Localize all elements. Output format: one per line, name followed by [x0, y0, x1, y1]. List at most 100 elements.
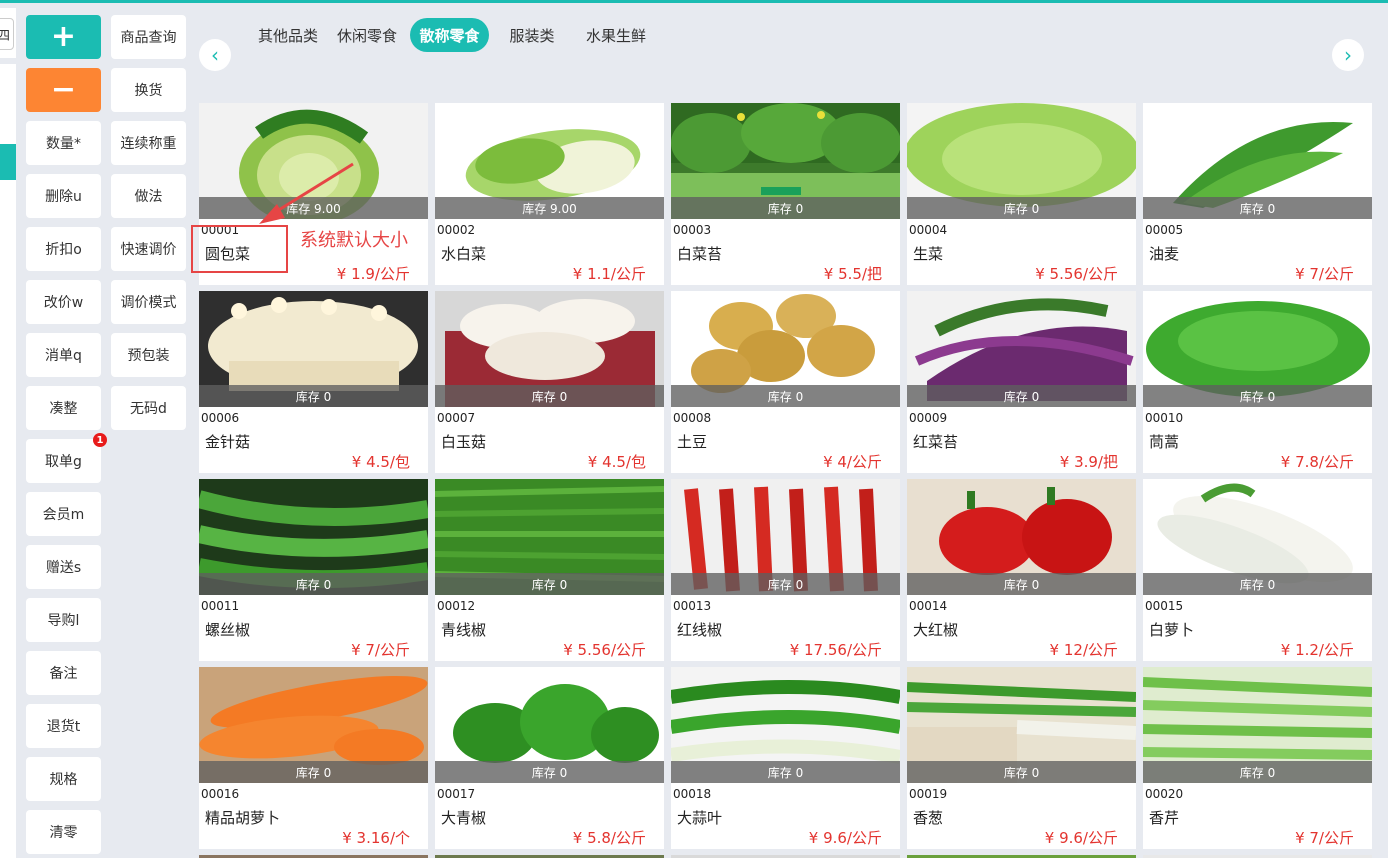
product-stock: 库存 0 — [435, 573, 664, 595]
action-button-label: 导购l — [47, 613, 80, 629]
product-card[interactable]: 库存 0 00014 大红椒 ¥ 12/公斤 — [907, 479, 1136, 661]
product-price: ¥ 4.5/包 — [587, 453, 646, 471]
product-stock: 库存 0 — [671, 197, 900, 219]
tab-category[interactable]: 服装类 — [500, 18, 564, 52]
product-card[interactable]: 库存 0 00016 精品胡萝卜 ¥ 3.16/个 — [199, 667, 428, 849]
action-button[interactable]: 快速调价 — [111, 227, 186, 271]
action-button[interactable]: 规格 — [26, 757, 101, 801]
prev-page-button[interactable]: ‹ — [199, 39, 231, 71]
product-price: ¥ 7/公斤 — [1295, 265, 1354, 283]
action-button[interactable]: 消单q — [26, 333, 101, 377]
product-card[interactable]: 库存 0 00019 香葱 ¥ 9.6/公斤 — [907, 667, 1136, 849]
product-card[interactable]: 库存 0 00015 白萝卜 ¥ 1.2/公斤 — [1143, 479, 1372, 661]
tab-category[interactable]: 休闲零食 — [330, 18, 404, 52]
action-button[interactable]: 会员m — [26, 492, 101, 536]
product-price: ¥ 17.56/公斤 — [789, 641, 882, 659]
action-button-label: 清零 — [49, 825, 78, 841]
product-price: ¥ 9.6/公斤 — [1044, 829, 1118, 847]
product-price: ¥ 5.5/把 — [823, 265, 882, 283]
product-name: 大红椒 — [913, 621, 959, 639]
product-card[interactable]: 库存 0 00018 大蒜叶 ¥ 9.6/公斤 — [671, 667, 900, 849]
minus-button[interactable]: − — [26, 68, 101, 112]
product-card[interactable]: 库存 0 00004 生菜 ¥ 5.56/公斤 — [907, 103, 1136, 285]
product-price: ¥ 7.8/公斤 — [1280, 453, 1354, 471]
product-price: ¥ 5.56/公斤 — [563, 641, 646, 659]
product-card[interactable]: 库存 0 00011 螺丝椒 ¥ 7/公斤 — [199, 479, 428, 661]
chevron-right-icon: › — [1344, 43, 1352, 67]
action-button[interactable]: 换货 — [111, 68, 186, 112]
action-button[interactable]: 改价w — [26, 280, 101, 324]
product-card[interactable]: 库存 0 00012 青线椒 ¥ 5.56/公斤 — [435, 479, 664, 661]
action-button[interactable]: 凑整 — [26, 386, 101, 430]
product-price: ¥ 4/公斤 — [823, 453, 882, 471]
action-button[interactable]: 折扣o — [26, 227, 101, 271]
product-name: 红菜苔 — [913, 433, 959, 451]
annotation-text: 系统默认大小 — [300, 230, 408, 251]
product-stock: 库存 0 — [907, 761, 1136, 783]
product-stock: 库存 0 — [671, 385, 900, 407]
tab-category[interactable]: 散称零食 — [410, 18, 489, 52]
product-card[interactable]: 库存 9.00 00002 水白菜 ¥ 1.1/公斤 — [435, 103, 664, 285]
product-code: 00013 — [673, 599, 712, 613]
action-button-label: 规格 — [49, 772, 78, 788]
product-stock: 库存 0 — [199, 573, 428, 595]
product-card[interactable]: 库存 0 00017 大青椒 ¥ 5.8/公斤 — [435, 667, 664, 849]
action-button[interactable]: 做法 — [111, 174, 186, 218]
action-button[interactable]: 赠送s — [26, 545, 101, 589]
action-button[interactable]: 商品查询 — [111, 15, 186, 59]
product-price: ¥ 12/公斤 — [1049, 641, 1118, 659]
product-stock: 库存 0 — [671, 761, 900, 783]
product-stock: 库存 0 — [1143, 197, 1372, 219]
product-name: 香芹 — [1149, 809, 1180, 827]
action-button[interactable]: 清零 — [26, 810, 101, 854]
product-stock: 库存 0 — [1143, 761, 1372, 783]
product-code: 00008 — [673, 411, 712, 425]
action-button-label: 快速调价 — [120, 242, 177, 258]
action-button[interactable]: 退货t — [26, 704, 101, 748]
action-button[interactable]: 连续称重 — [111, 121, 186, 165]
plus-button[interactable]: + — [26, 15, 101, 59]
tab-category[interactable]: 水果生鲜 — [578, 18, 654, 52]
product-card[interactable]: 库存 0 00020 香芹 ¥ 7/公斤 — [1143, 667, 1372, 849]
product-card[interactable]: 库存 0 00003 白菜苔 ¥ 5.5/把 — [671, 103, 900, 285]
action-button[interactable]: 无码d — [111, 386, 186, 430]
product-stock: 库存 0 — [435, 385, 664, 407]
product-card[interactable]: 库存 0 00008 土豆 ¥ 4/公斤 — [671, 291, 900, 473]
product-card[interactable]: 库存 0 00009 红菜苔 ¥ 3.9/把 — [907, 291, 1136, 473]
action-button[interactable]: 备注 — [26, 651, 101, 695]
product-name: 油麦 — [1149, 245, 1180, 263]
action-button[interactable]: 删除u — [26, 174, 101, 218]
action-button[interactable]: 调价模式 — [111, 280, 186, 324]
product-price: ¥ 9.6/公斤 — [808, 829, 882, 847]
product-code: 00006 — [201, 411, 240, 425]
product-code: 00016 — [201, 787, 240, 801]
product-card[interactable]: 库存 0 00006 金针菇 ¥ 4.5/包 — [199, 291, 428, 473]
tab-category[interactable]: 其他品类 — [246, 18, 330, 52]
product-name: 香葱 — [913, 809, 944, 827]
product-stock: 库存 0 — [1143, 385, 1372, 407]
product-code: 00007 — [437, 411, 476, 425]
action-button[interactable]: 数量* — [26, 121, 101, 165]
action-button-label: 预包装 — [127, 348, 170, 364]
product-card[interactable]: 库存 0 00007 白玉菇 ¥ 4.5/包 — [435, 291, 664, 473]
product-price: ¥ 1.9/公斤 — [336, 265, 410, 283]
action-button[interactable]: 预包装 — [111, 333, 186, 377]
annotation-arrow-icon — [259, 162, 354, 224]
product-code: 00015 — [1145, 599, 1184, 613]
product-code: 00020 — [1145, 787, 1184, 801]
window-icon[interactable]: 四 — [0, 18, 14, 50]
action-button[interactable]: 导购l — [26, 598, 101, 642]
product-price: ¥ 3.9/把 — [1059, 453, 1118, 471]
action-button-label: 换货 — [134, 83, 163, 99]
product-stock: 库存 0 — [1143, 573, 1372, 595]
action-button-label: 连续称重 — [120, 136, 177, 152]
product-name: 螺丝椒 — [205, 621, 251, 639]
product-card[interactable]: 库存 0 00010 茼蒿 ¥ 7.8/公斤 — [1143, 291, 1372, 473]
edge-active-marker — [0, 144, 16, 180]
product-card[interactable]: 库存 0 00013 红线椒 ¥ 17.56/公斤 — [671, 479, 900, 661]
product-code: 00002 — [437, 223, 476, 237]
next-page-button[interactable]: › — [1332, 39, 1364, 71]
action-button[interactable]: 取单g 1 — [26, 433, 107, 483]
product-code: 00011 — [201, 599, 240, 613]
product-card[interactable]: 库存 0 00005 油麦 ¥ 7/公斤 — [1143, 103, 1372, 285]
